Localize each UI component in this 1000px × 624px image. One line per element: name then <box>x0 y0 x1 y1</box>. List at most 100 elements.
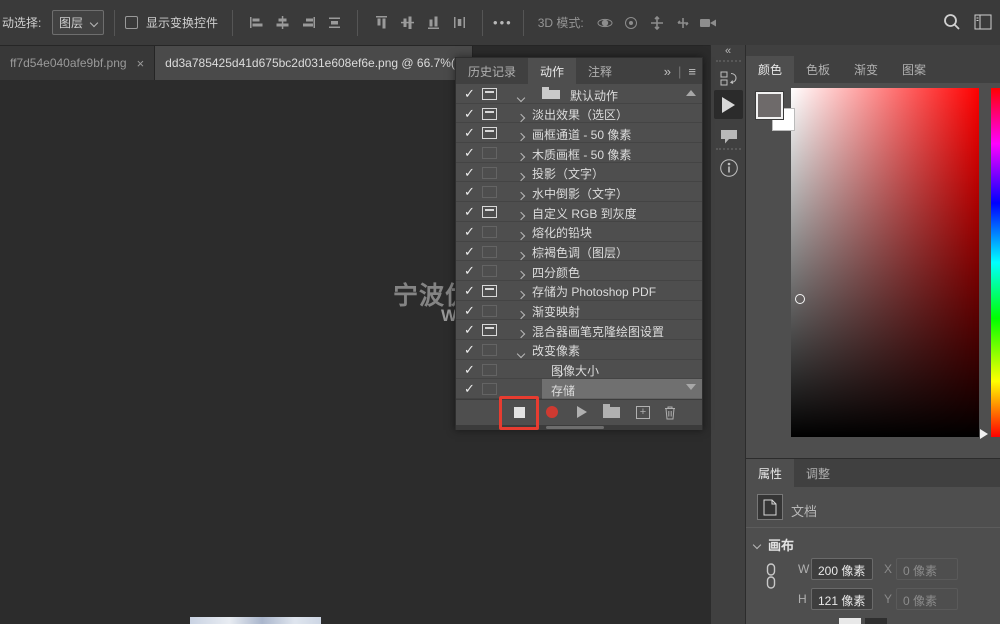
dialog-toggle[interactable] <box>482 226 497 238</box>
info-panel-icon[interactable] <box>714 155 743 181</box>
chevron-right-icon[interactable] <box>518 267 524 281</box>
action-row[interactable]: ✓木质画框 - 50 像素 <box>456 143 702 163</box>
x-field[interactable]: 0 像素 <box>896 558 958 580</box>
color-picker-marker[interactable] <box>795 294 805 304</box>
panel-expand-icon[interactable]: » <box>664 64 671 79</box>
chevron-right-icon[interactable] <box>518 188 524 202</box>
dialog-toggle[interactable] <box>482 383 497 395</box>
align-vertical-centers-icon[interactable] <box>269 10 295 36</box>
align-horizontal-centers-icon[interactable] <box>394 10 420 36</box>
new-action-button[interactable]: + <box>631 400 655 424</box>
item-check-toggle[interactable]: ✓ <box>464 86 475 102</box>
link-dimensions-icon[interactable] <box>764 563 778 589</box>
action-row[interactable]: ✓棕褐色调（图层） <box>456 242 702 262</box>
action-row[interactable]: ✓改变像素 <box>456 340 702 360</box>
hue-slider-indicator[interactable] <box>980 429 988 439</box>
document-tab-2[interactable]: dd3a785425d41d675bc2d031e608ef6e.png @ 6… <box>155 46 473 80</box>
chevron-right-icon[interactable] <box>518 110 524 124</box>
canvas-color-swatch[interactable] <box>839 618 861 624</box>
show-transform-checkbox[interactable] <box>125 16 138 29</box>
dialog-toggle[interactable] <box>482 246 497 258</box>
canvas-color-swatch-dark[interactable] <box>865 618 887 624</box>
hue-slider[interactable] <box>991 88 1000 437</box>
item-check-toggle[interactable]: ✓ <box>464 263 475 279</box>
3d-pan-icon[interactable] <box>644 10 670 36</box>
item-check-toggle[interactable]: ✓ <box>464 106 475 122</box>
3d-slide-icon[interactable] <box>670 10 696 36</box>
chevron-down-icon[interactable] <box>518 90 524 104</box>
item-check-toggle[interactable]: ✓ <box>464 362 475 378</box>
align-bottom-edges-icon[interactable] <box>420 10 446 36</box>
chevron-right-icon[interactable] <box>518 326 524 340</box>
action-set-row[interactable]: ✓默认动作 <box>456 84 702 104</box>
chevron-right-icon[interactable] <box>518 129 524 143</box>
collapse-panels-icon[interactable]: « <box>711 45 745 58</box>
item-check-toggle[interactable]: ✓ <box>464 224 475 240</box>
dialog-toggle[interactable] <box>482 305 497 317</box>
document-type-button[interactable] <box>757 494 783 520</box>
dialog-toggle[interactable] <box>482 364 497 376</box>
height-field[interactable]: 121 像素 <box>811 588 873 610</box>
new-set-button[interactable] <box>599 400 623 424</box>
chevron-right-icon[interactable] <box>518 228 524 242</box>
action-row[interactable]: ✓四分颜色 <box>456 261 702 281</box>
action-row[interactable]: ✓投影（文字） <box>456 163 702 183</box>
chevron-right-icon[interactable] <box>518 208 524 222</box>
action-row[interactable]: ✓渐变映射 <box>456 301 702 321</box>
3d-roll-icon[interactable] <box>618 10 644 36</box>
dialog-toggle[interactable] <box>482 344 497 356</box>
actions-panel-icon[interactable] <box>714 90 743 119</box>
width-field[interactable]: 200 像素 <box>811 558 873 580</box>
align-right-edges-icon[interactable] <box>295 10 321 36</box>
dialog-toggle[interactable] <box>482 147 497 159</box>
dialog-toggle[interactable] <box>482 285 497 297</box>
action-row[interactable]: ✓存储为 Photoshop PDF <box>456 281 702 301</box>
item-check-toggle[interactable]: ✓ <box>464 303 475 319</box>
color-tab-图案[interactable]: 图案 <box>890 56 938 83</box>
color-tab-颜色[interactable]: 颜色 <box>746 56 794 83</box>
action-row[interactable]: ✓混合器画笔克隆绘图设置 <box>456 320 702 340</box>
chevron-down-icon[interactable] <box>518 346 524 360</box>
properties-tab-调整[interactable]: 调整 <box>794 459 842 487</box>
delete-button[interactable] <box>658 400 682 424</box>
action-row[interactable]: ✓图像大小 <box>456 360 702 380</box>
chevron-right-icon[interactable] <box>518 287 524 301</box>
chevron-right-icon[interactable] <box>518 248 524 262</box>
item-check-toggle[interactable]: ✓ <box>464 125 475 141</box>
action-row[interactable]: ✓淡出效果（选区） <box>456 104 702 124</box>
notes-panel-icon[interactable] <box>714 124 743 150</box>
dialog-toggle[interactable] <box>482 127 497 139</box>
tab-close-icon[interactable]: × <box>137 56 145 71</box>
item-check-toggle[interactable]: ✓ <box>464 244 475 260</box>
item-check-toggle[interactable]: ✓ <box>464 184 475 200</box>
item-check-toggle[interactable]: ✓ <box>464 165 475 181</box>
actions-tab-动作[interactable]: 动作 <box>528 58 576 84</box>
auto-select-dropdown[interactable]: 图层 <box>52 10 104 35</box>
canvas-section-header[interactable]: 画布 <box>754 535 794 554</box>
record-button[interactable] <box>540 400 564 424</box>
workspace-icon[interactable] <box>974 14 992 30</box>
chevron-right-icon[interactable] <box>518 149 524 163</box>
dialog-toggle[interactable] <box>482 206 497 218</box>
more-options-icon[interactable]: ••• <box>493 15 513 30</box>
y-field[interactable]: 0 像素 <box>896 588 958 610</box>
properties-tab-属性[interactable]: 属性 <box>746 459 794 487</box>
align-top-edges-icon[interactable] <box>368 10 394 36</box>
align-left-edges-icon[interactable] <box>243 10 269 36</box>
scroll-down-arrow[interactable] <box>686 384 696 390</box>
action-row[interactable]: ✓熔化的铅块 <box>456 222 702 242</box>
dock-drag-handle[interactable] <box>716 148 741 150</box>
color-tab-色板[interactable]: 色板 <box>794 56 842 83</box>
dialog-toggle[interactable] <box>482 88 497 100</box>
action-row[interactable]: ✓存储 <box>456 379 702 399</box>
distribute-horizontal-icon[interactable] <box>446 10 472 36</box>
color-tab-渐变[interactable]: 渐变 <box>842 56 890 83</box>
play-button[interactable] <box>570 400 594 424</box>
history-panel-icon[interactable] <box>714 66 743 92</box>
saturation-brightness-field[interactable] <box>791 88 979 437</box>
item-check-toggle[interactable]: ✓ <box>464 342 475 358</box>
item-check-toggle[interactable]: ✓ <box>464 381 475 397</box>
document-tab-1[interactable]: ff7d54e040afe9bf.png× <box>0 46 155 80</box>
dialog-toggle[interactable] <box>482 167 497 179</box>
search-icon[interactable] <box>942 12 962 32</box>
